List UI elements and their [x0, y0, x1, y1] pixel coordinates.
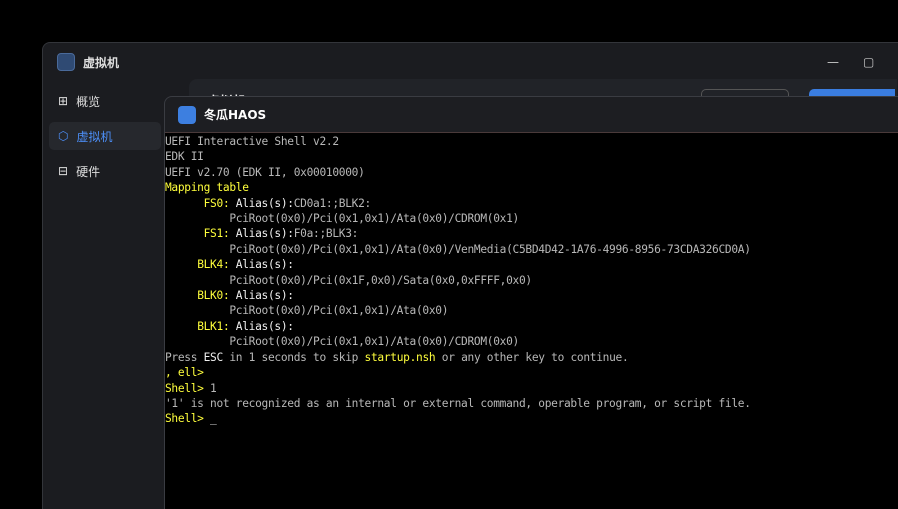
vm-monitor-icon	[178, 105, 196, 124]
vm-console-window: 冬瓜HAOS UEFI Interactive Shell v2.2 EDK II…	[164, 96, 898, 509]
sidebar: ⊞ 概览 ⬡ 虚拟机 ⊟ 硬件	[49, 87, 161, 192]
term-line: PciRoot(0x0)/Pci(0x1,0x1)/Ata(0x0)/CDROM…	[229, 212, 519, 226]
vm-titlebar[interactable]: 冬瓜HAOS	[165, 97, 898, 133]
vm-title: 冬瓜HAOS	[204, 108, 267, 122]
sidebar-item-vm[interactable]: ⬡ 虚拟机	[49, 122, 161, 150]
drive-icon: ⊟	[58, 164, 69, 178]
term-line: Shell> 1	[165, 381, 217, 395]
sidebar-item-label: 硬件	[76, 164, 101, 179]
cube-icon: ⬡	[58, 129, 69, 143]
term-line: PciRoot(0x0)/Pci(0x1,0x1)/Ata(0x0)	[229, 304, 449, 318]
term-prompt: Shell> _	[165, 412, 217, 426]
term-line: BLK0: Alias(s):	[197, 289, 294, 303]
maximize-button[interactable]: ▢	[863, 55, 874, 69]
terminal[interactable]: UEFI Interactive Shell v2.2 EDK II UEFI v2…	[165, 133, 898, 509]
term-line: PciRoot(0x0)/Pci(0x1,0x1)/Ata(0x0)/CDROM…	[229, 335, 519, 349]
app-logo-icon	[57, 53, 75, 71]
app-title: 虚拟机	[83, 55, 120, 70]
term-line: UEFI Interactive Shell v2.2	[165, 135, 339, 148]
term-line: PciRoot(0x0)/Pci(0x1,0x1)/Ata(0x0)/VenMe…	[229, 242, 751, 256]
term-line: Mapping table	[165, 181, 249, 195]
term-line: BLK4: Alias(s):	[197, 258, 294, 272]
term-line: BLK1: Alias(s):	[197, 319, 294, 333]
term-line: EDK II	[165, 150, 204, 164]
term-line: '1' is not recognized as an internal or …	[165, 396, 751, 410]
term-line: UEFI v2.70 (EDK II, 0x00010000)	[165, 165, 365, 179]
sidebar-item-label: 概览	[76, 94, 101, 109]
term-line: , ell>	[165, 366, 204, 380]
grid-icon: ⊞	[58, 94, 69, 108]
term-line: FS1: Alias(s):F0a:;BLK3:	[203, 227, 359, 241]
minimize-button[interactable]: —	[827, 55, 839, 69]
term-line: FS0: Alias(s):CD0a1:;BLK2:	[203, 196, 372, 210]
sidebar-item-overview[interactable]: ⊞ 概览	[49, 87, 161, 115]
term-line: PciRoot(0x0)/Pci(0x1F,0x0)/Sata(0x0,0xFF…	[229, 273, 532, 287]
sidebar-item-hardware[interactable]: ⊟ 硬件	[49, 157, 161, 185]
sidebar-item-label: 虚拟机	[76, 129, 113, 144]
term-line: Press ESC in 1 seconds to skip startup.n…	[165, 350, 629, 364]
app-titlebar: 虚拟机	[57, 53, 119, 71]
